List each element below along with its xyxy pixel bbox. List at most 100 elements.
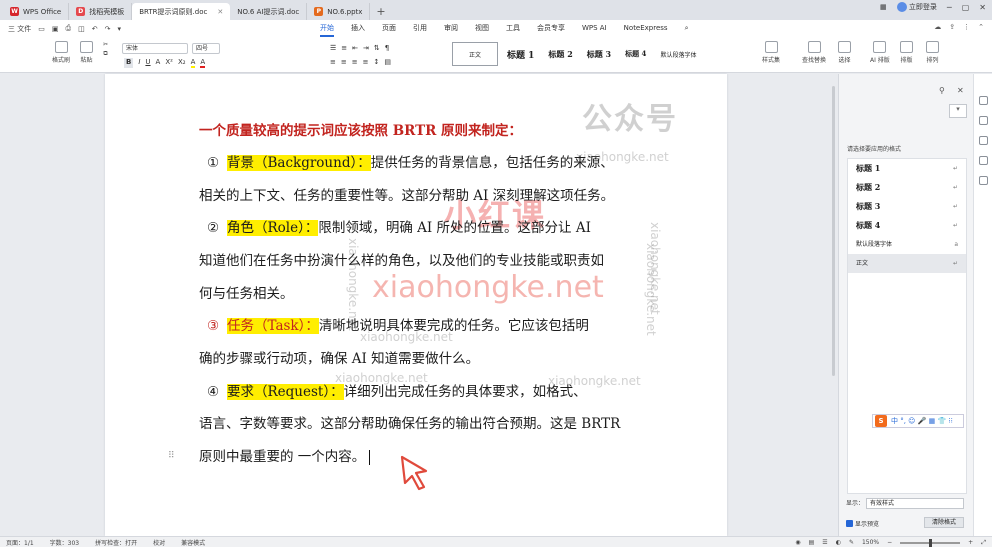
style-heading-1[interactable]: 标题 1 bbox=[502, 42, 539, 66]
shading-icon[interactable]: ▤ bbox=[384, 58, 391, 66]
zoom-slider[interactable] bbox=[900, 538, 961, 547]
bullets-icon[interactable]: ☰ bbox=[330, 44, 336, 52]
show-marks-icon[interactable]: ¶ bbox=[385, 44, 389, 52]
tab-brtr-doc[interactable]: W BRTR提示词原则.doc ✕ bbox=[132, 3, 639, 129]
tab-wps-office[interactable]: W WPS Office bbox=[3, 3, 70, 20]
user-login[interactable]: 立即登录 bbox=[896, 2, 937, 12]
settings-icon[interactable] bbox=[979, 156, 988, 165]
decrease-indent-icon[interactable]: ⇤ bbox=[352, 44, 358, 52]
preview-checkbox[interactable]: 显示预览 bbox=[846, 519, 879, 528]
select-pane-icon[interactable] bbox=[979, 136, 988, 145]
font-name-select[interactable]: 宋体 bbox=[122, 43, 188, 54]
subscript-button[interactable]: X₂ bbox=[178, 58, 186, 68]
folder-icon[interactable]: ▭ bbox=[38, 25, 45, 33]
undo-icon[interactable]: ↶ bbox=[92, 25, 98, 33]
menu-tab-references[interactable]: 引用 bbox=[413, 20, 427, 37]
align-center-icon[interactable]: ≡ bbox=[341, 58, 347, 66]
customize-icon[interactable]: ▾ bbox=[117, 25, 121, 33]
copy-icon[interactable]: ⧉ bbox=[103, 50, 107, 58]
ai-layout-button[interactable]: AI 排版 bbox=[870, 41, 890, 64]
file-menu[interactable]: 三 文件 bbox=[8, 24, 31, 34]
style-list-default-font[interactable]: 默认段落字体 a bbox=[848, 235, 966, 254]
align-left-icon[interactable]: ≡ bbox=[330, 58, 336, 66]
style-list-heading-1[interactable]: 标题 1 ↵ bbox=[848, 159, 966, 178]
show-select[interactable]: 有效样式 bbox=[866, 498, 964, 509]
search-icon[interactable]: ⌕ bbox=[685, 20, 689, 37]
style-heading-4[interactable]: 标题 4 bbox=[620, 42, 651, 66]
style-default-font[interactable]: 默认段落字体 bbox=[655, 42, 701, 66]
numbering-icon[interactable]: ≡ bbox=[341, 44, 347, 52]
menu-tab-insert[interactable]: 插入 bbox=[351, 20, 365, 37]
web-view-icon[interactable]: ◐ bbox=[836, 539, 841, 546]
close-icon[interactable]: ✕ bbox=[217, 8, 223, 16]
highlight-button[interactable]: A bbox=[190, 58, 196, 68]
redo-icon[interactable]: ↷ bbox=[105, 25, 111, 33]
justify-icon[interactable]: ≡ bbox=[363, 58, 369, 66]
select-button[interactable]: 选择 bbox=[838, 41, 851, 64]
collapse-icon[interactable]: ⌃ bbox=[978, 23, 984, 31]
format-icon[interactable] bbox=[979, 116, 988, 125]
vertical-scrollbar[interactable] bbox=[832, 86, 835, 376]
font-color-button[interactable]: A bbox=[200, 58, 206, 68]
sort-icon[interactable]: ⇅ bbox=[374, 44, 380, 52]
zoom-slider-knob[interactable] bbox=[928, 538, 932, 547]
line-spacing-icon[interactable]: ↕ bbox=[374, 58, 380, 66]
superscript-button[interactable]: X² bbox=[165, 58, 173, 68]
share-pane-icon[interactable] bbox=[979, 176, 988, 185]
page-count[interactable]: 页面：1/1 bbox=[6, 538, 34, 547]
ai-icon[interactable] bbox=[979, 96, 988, 105]
paste-button[interactable]: 粘贴 bbox=[80, 41, 93, 64]
more-icon[interactable]: ⋮ bbox=[963, 23, 970, 31]
pane-close-icon[interactable]: ✕ bbox=[957, 86, 964, 95]
format-painter-button[interactable]: 格式刷 bbox=[52, 41, 70, 64]
style-normal[interactable]: 正文 bbox=[452, 42, 498, 66]
cloud-icon[interactable]: ☁ bbox=[934, 23, 941, 31]
style-list-normal[interactable]: 正文 ↵ bbox=[848, 254, 966, 273]
pane-dropdown[interactable]: ▾ bbox=[949, 104, 967, 118]
new-tab-button[interactable]: + bbox=[370, 3, 391, 20]
print-icon[interactable]: ⎙ bbox=[65, 24, 71, 33]
style-list-heading-3[interactable]: 标题 3 ↵ bbox=[848, 197, 966, 216]
style-list-heading-4[interactable]: 标题 4 ↵ bbox=[848, 216, 966, 235]
style-set-button[interactable]: 样式集 bbox=[762, 41, 780, 64]
menu-tab-page[interactable]: 页面 bbox=[382, 20, 396, 37]
clear-format-button[interactable]: 清除格式 bbox=[924, 517, 964, 528]
maximize-icon[interactable]: ▢ bbox=[962, 3, 970, 12]
style-heading-3[interactable]: 标题 3 bbox=[582, 42, 616, 66]
menu-tab-wps-ai[interactable]: WPS AI bbox=[582, 20, 607, 37]
close-window-icon[interactable]: ✕ bbox=[979, 3, 986, 12]
layout-button[interactable]: 排版 bbox=[900, 41, 913, 64]
underline-button[interactable]: U bbox=[145, 58, 150, 68]
cut-icon[interactable]: ✂ bbox=[103, 41, 108, 48]
pin-icon[interactable]: ⚲ bbox=[939, 86, 945, 95]
page-view-icon[interactable]: ▤ bbox=[809, 539, 815, 546]
arrange-button[interactable]: 排列 bbox=[926, 41, 939, 64]
zoom-out-icon[interactable]: − bbox=[887, 539, 892, 546]
proofread[interactable]: 校对 bbox=[153, 538, 165, 547]
share-icon[interactable]: ⇪ bbox=[949, 23, 955, 31]
align-right-icon[interactable]: ≡ bbox=[352, 58, 358, 66]
preview-icon[interactable]: ◫ bbox=[78, 25, 85, 33]
zoom-value[interactable]: 150% bbox=[862, 539, 879, 546]
word-count[interactable]: 字数：303 bbox=[50, 538, 79, 547]
style-heading-2[interactable]: 标题 2 bbox=[543, 42, 577, 66]
drag-handle-icon[interactable]: ⠿ bbox=[168, 451, 175, 461]
tab-template[interactable]: D 找稻壳模板 bbox=[69, 3, 133, 20]
zoom-in-icon[interactable]: + bbox=[968, 539, 973, 546]
spell-check[interactable]: 拼写检查：打开 bbox=[95, 538, 137, 547]
grid-icon[interactable]: ▦ bbox=[880, 3, 887, 11]
tab-no6-pptx[interactable]: P NO.6.pptx bbox=[307, 3, 371, 20]
outline-icon[interactable]: ☰ bbox=[822, 539, 827, 546]
strike-button[interactable]: A bbox=[156, 58, 161, 68]
increase-indent-icon[interactable]: ⇥ bbox=[363, 44, 369, 52]
fit-icon[interactable]: ⤢ bbox=[981, 539, 986, 547]
save-icon[interactable]: ▣ bbox=[52, 25, 59, 33]
menu-tab-noteexpress[interactable]: NoteExpress bbox=[624, 20, 668, 37]
menu-tab-review[interactable]: 审阅 bbox=[444, 20, 458, 37]
tab-no6-doc[interactable]: W NO.6 AI提示词.doc bbox=[199, 3, 639, 129]
eye-icon[interactable]: ◉ bbox=[795, 539, 800, 546]
bold-button[interactable]: B bbox=[124, 58, 134, 68]
find-replace-button[interactable]: 查找替换 bbox=[802, 41, 826, 64]
edit-icon[interactable]: ✎ bbox=[849, 539, 854, 546]
font-size-select[interactable]: 四号 bbox=[192, 43, 220, 54]
